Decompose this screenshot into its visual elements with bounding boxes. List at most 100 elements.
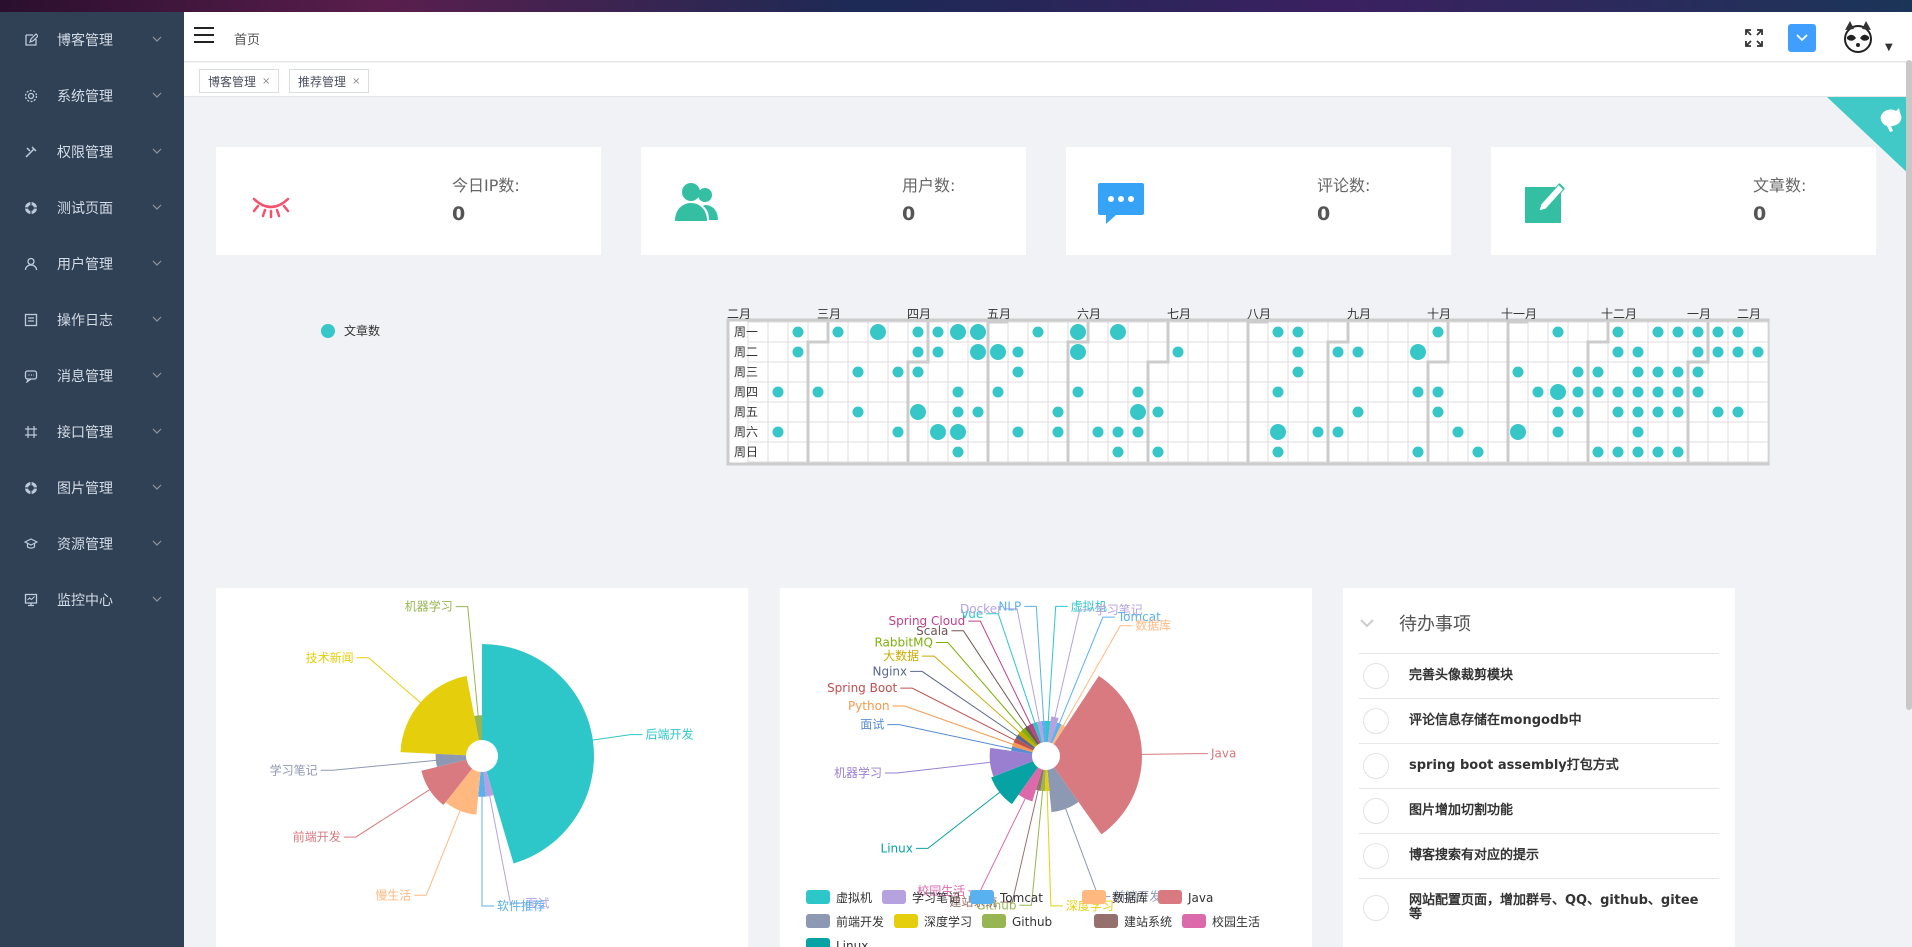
- calendar-point[interactable]: [1112, 446, 1124, 458]
- close-icon[interactable]: ×: [262, 76, 270, 87]
- calendar-point[interactable]: [1612, 446, 1624, 458]
- calendar-point[interactable]: [772, 386, 784, 398]
- calendar-point[interactable]: [1672, 386, 1684, 398]
- todo-item[interactable]: spring boot assembly打包方式: [1359, 743, 1719, 788]
- calendar-point[interactable]: [1070, 344, 1086, 360]
- calendar-point[interactable]: [1612, 346, 1624, 358]
- calendar-point[interactable]: [970, 344, 986, 360]
- calendar-point[interactable]: [1510, 424, 1526, 440]
- legend-swatch[interactable]: [1158, 890, 1182, 904]
- legend-swatch[interactable]: [970, 890, 994, 904]
- calendar-point[interactable]: [1292, 346, 1304, 358]
- calendar-point[interactable]: [1712, 346, 1724, 358]
- calendar-point[interactable]: [1332, 426, 1344, 438]
- sidebar-item-9[interactable]: 资源管理: [0, 516, 184, 572]
- legend-swatch[interactable]: [806, 938, 830, 947]
- legend-label[interactable]: Linux: [836, 939, 868, 947]
- calendar-point[interactable]: [950, 324, 966, 340]
- calendar-point[interactable]: [912, 366, 924, 378]
- todo-checkbox[interactable]: [1363, 753, 1389, 779]
- calendar-point[interactable]: [1672, 326, 1684, 338]
- legend-label[interactable]: 深度学习: [924, 914, 972, 929]
- legend-label[interactable]: Tomcat: [999, 891, 1043, 905]
- calendar-point[interactable]: [1432, 326, 1444, 338]
- calendar-point[interactable]: [1052, 406, 1064, 418]
- calendar-point[interactable]: [832, 326, 844, 338]
- sidebar-item-10[interactable]: 监控中心: [0, 572, 184, 628]
- calendar-point[interactable]: [1612, 406, 1624, 418]
- calendar-point[interactable]: [852, 406, 864, 418]
- legend-label[interactable]: 前端开发: [836, 914, 884, 929]
- calendar-point[interactable]: [912, 326, 924, 338]
- calendar-point[interactable]: [1072, 386, 1084, 398]
- calendar-point[interactable]: [1272, 386, 1284, 398]
- legend-swatch[interactable]: [1182, 914, 1206, 928]
- calendar-point[interactable]: [1312, 426, 1324, 438]
- calendar-point[interactable]: [1412, 386, 1424, 398]
- calendar-point[interactable]: [1152, 406, 1164, 418]
- legend-swatch[interactable]: [982, 914, 1006, 928]
- calendar-point[interactable]: [1512, 366, 1524, 378]
- legend-label[interactable]: 学习笔记: [912, 890, 960, 905]
- calendar-point[interactable]: [1292, 366, 1304, 378]
- calendar-point[interactable]: [1712, 326, 1724, 338]
- calendar-point[interactable]: [1652, 406, 1664, 418]
- size-select-button[interactable]: [1788, 24, 1816, 52]
- calendar-point[interactable]: [1472, 446, 1484, 458]
- calendar-point[interactable]: [1732, 326, 1744, 338]
- sidebar-item-0[interactable]: 博客管理: [0, 12, 184, 68]
- calendar-point[interactable]: [772, 426, 784, 438]
- calendar-point[interactable]: [1732, 346, 1744, 358]
- legend-swatch[interactable]: [1082, 890, 1106, 904]
- calendar-point[interactable]: [1592, 386, 1604, 398]
- calendar-point[interactable]: [1652, 326, 1664, 338]
- calendar-point[interactable]: [970, 324, 986, 340]
- calendar-point[interactable]: [1572, 366, 1584, 378]
- sidebar-item-1[interactable]: 系统管理: [0, 68, 184, 124]
- chevron-down-icon[interactable]: [1359, 615, 1375, 631]
- calendar-point[interactable]: [870, 324, 886, 340]
- todo-item[interactable]: 网站配置页面，增加群号、QQ、github、gitee等: [1359, 878, 1719, 936]
- legend-label[interactable]: 校园生活: [1212, 914, 1260, 929]
- calendar-point[interactable]: [1012, 426, 1024, 438]
- calendar-point[interactable]: [1092, 426, 1104, 438]
- calendar-point[interactable]: [1112, 426, 1124, 438]
- calendar-point[interactable]: [990, 344, 1006, 360]
- calendar-point[interactable]: [1652, 446, 1664, 458]
- calendar-point[interactable]: [1612, 326, 1624, 338]
- calendar-point[interactable]: [952, 406, 964, 418]
- sidebar-item-5[interactable]: 操作日志: [0, 292, 184, 348]
- calendar-point[interactable]: [1012, 366, 1024, 378]
- calendar-point[interactable]: [952, 386, 964, 398]
- pie-slice[interactable]: [400, 675, 479, 756]
- calendar-point[interactable]: [1692, 346, 1704, 358]
- calendar-point[interactable]: [1632, 426, 1644, 438]
- calendar-point[interactable]: [1410, 344, 1426, 360]
- calendar-point[interactable]: [792, 326, 804, 338]
- todo-checkbox[interactable]: [1363, 843, 1389, 869]
- calendar-point[interactable]: [1550, 384, 1566, 400]
- calendar-point[interactable]: [1672, 446, 1684, 458]
- calendar-point[interactable]: [892, 426, 904, 438]
- todo-checkbox[interactable]: [1363, 894, 1389, 921]
- calendar-point[interactable]: [992, 386, 1004, 398]
- calendar-point[interactable]: [912, 346, 924, 358]
- calendar-point[interactable]: [950, 424, 966, 440]
- legend-label[interactable]: 建站系统: [1124, 915, 1172, 929]
- calendar-point[interactable]: [1130, 404, 1146, 420]
- calendar-point[interactable]: [1332, 346, 1344, 358]
- calendar-point[interactable]: [1632, 406, 1644, 418]
- calendar-point[interactable]: [1052, 426, 1064, 438]
- calendar-point[interactable]: [1572, 406, 1584, 418]
- calendar-point[interactable]: [1692, 366, 1704, 378]
- calendar-point[interactable]: [1132, 386, 1144, 398]
- calendar-point[interactable]: [892, 366, 904, 378]
- calendar-point[interactable]: [1012, 346, 1024, 358]
- todo-checkbox[interactable]: [1363, 663, 1389, 689]
- page-scrollbar[interactable]: [1906, 60, 1912, 710]
- calendar-point[interactable]: [972, 406, 984, 418]
- calendar-point[interactable]: [1110, 324, 1126, 340]
- calendar-point[interactable]: [1270, 424, 1286, 440]
- calendar-point[interactable]: [852, 366, 864, 378]
- legend-swatch[interactable]: [806, 890, 830, 904]
